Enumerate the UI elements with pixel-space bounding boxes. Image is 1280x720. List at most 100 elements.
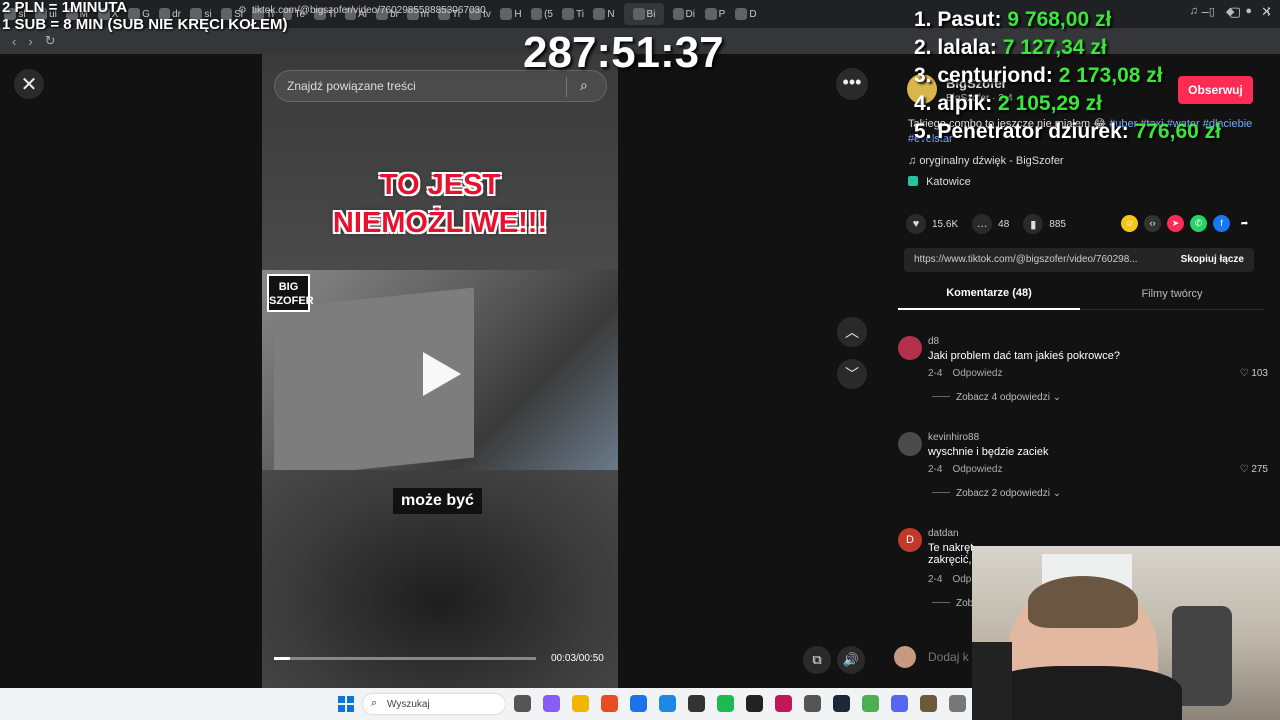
comment-avatar[interactable]: D (898, 528, 922, 552)
taskbar-app-icon[interactable] (746, 695, 763, 712)
leaderboard-rank: 5. (914, 120, 938, 143)
tab-favicon-icon (500, 8, 513, 20)
comment-avatar[interactable] (898, 432, 922, 456)
tab-label: Bi (646, 8, 656, 20)
share-icons: ☺ ‹› ➤ ✆ f ➦ (1121, 215, 1253, 232)
close-video-button[interactable]: ✕ (14, 69, 44, 99)
browser-tab[interactable]: H (500, 3, 522, 25)
view-replies-button[interactable]: Zobacz 2 odpowiedzi ⌄ (932, 488, 1061, 499)
video-progress-bar[interactable] (274, 657, 536, 660)
taskbar-app-icon[interactable] (630, 695, 647, 712)
send-icon[interactable]: ➤ (1167, 215, 1184, 232)
profile-icon[interactable]: ● (1245, 5, 1252, 18)
video-subtitle: może być (393, 488, 482, 514)
comment-like[interactable]: ♡ 103 (1240, 368, 1268, 379)
previous-video-icon[interactable]: ︿ (837, 317, 867, 347)
taskbar-app-icon[interactable] (688, 695, 705, 712)
taskbar-app-icon[interactable] (949, 695, 966, 712)
taskbar-app-icon[interactable] (920, 695, 937, 712)
stream-timer: 287:51:37 (523, 28, 724, 77)
taskbar-app-icon[interactable] (804, 695, 821, 712)
site-info-icon[interactable]: ⚙ (238, 5, 247, 16)
reload-icon[interactable]: ↻ (45, 33, 56, 49)
view-replies-button[interactable]: Zobacz 4 odpowiedzi ⌄ (932, 392, 1061, 403)
browser-tab[interactable]: D (735, 3, 757, 25)
comment-username[interactable]: datdan (928, 528, 959, 539)
view-replies-label: Zobacz 4 odpowiedzi (956, 392, 1050, 403)
reply-button[interactable]: Odpowiedz (952, 464, 1002, 475)
reply-button[interactable]: Odpowiedz (952, 368, 1002, 379)
leaderboard-amount: 776,60 zł (1134, 120, 1221, 143)
browser-tab[interactable]: P (704, 3, 726, 25)
taskbar-app-icon[interactable] (601, 695, 618, 712)
comment-username[interactable]: d8 (928, 336, 939, 347)
replies-divider (932, 602, 950, 603)
leaderboard-row: 3. centuriond: 2 173,08 zł (914, 62, 1221, 90)
browser-tab[interactable]: N (593, 3, 615, 25)
tab-label: (5 (544, 8, 553, 20)
webcam-person-shirt (982, 666, 1182, 720)
browser-tab[interactable]: Di (673, 3, 695, 25)
like-stat[interactable]: ♥ 15.6K (906, 214, 958, 234)
save-stat[interactable]: ▮ 885 (1023, 214, 1066, 234)
taskbar-app-icon[interactable] (514, 695, 531, 712)
location-line[interactable]: Katowice (908, 176, 971, 188)
taskbar-app-icon[interactable] (862, 695, 879, 712)
comment-like[interactable]: ♡ 275 (1240, 464, 1268, 475)
volume-icon[interactable]: 🔊 (837, 646, 865, 674)
add-comment-input[interactable]: Dodaj k (928, 650, 969, 664)
taskbar-app-icon[interactable] (659, 695, 676, 712)
comment-stat[interactable]: … 48 (972, 214, 1009, 234)
reply-button[interactable]: Odp (952, 574, 971, 585)
comment-username[interactable]: kevinhiro88 (928, 432, 979, 443)
taskbar-app-icon[interactable] (717, 695, 734, 712)
comment-text-line: Te nakręt (928, 542, 974, 554)
taskbar-app-icon[interactable] (775, 695, 792, 712)
url-field[interactable]: tiktok.com/@bigszofer/video/760298558885… (252, 5, 486, 16)
comment-date: 2-4 (928, 368, 943, 379)
start-icon[interactable] (338, 696, 354, 712)
tab-favicon-icon (735, 8, 748, 20)
comment-avatar[interactable] (898, 336, 922, 360)
video-headline: TO JEST NIEMOŻLIWE!!! (262, 166, 618, 242)
taskbar-app-icon[interactable] (833, 695, 850, 712)
whatsapp-icon[interactable]: ✆ (1190, 215, 1207, 232)
share-arrow-icon[interactable]: ➦ (1236, 215, 1253, 232)
next-video-icon[interactable]: ﹀ (837, 359, 867, 389)
back-icon[interactable]: ‹ (12, 34, 16, 49)
taskbar-search[interactable]: ⌕ Wyszukaj (362, 693, 506, 715)
menu-icon[interactable]: ⋮ (1263, 5, 1274, 18)
browser-tab[interactable]: Ti (562, 3, 584, 25)
picture-in-picture-icon[interactable]: ⧉ (803, 646, 831, 674)
tab-comments[interactable]: Komentarze (48) (898, 282, 1080, 310)
repost-icon[interactable]: ☺ (1121, 215, 1138, 232)
comment-text-line: zakręcić, (928, 554, 972, 566)
video-link[interactable]: https://www.tiktok.com/@bigszofer/video/… (914, 254, 1138, 265)
embed-icon[interactable]: ‹› (1144, 215, 1161, 232)
copy-link-button[interactable]: Skopiuj łącze (1181, 254, 1244, 265)
more-options-icon[interactable]: ••• (836, 68, 868, 100)
forward-icon[interactable]: › (28, 34, 32, 49)
taskbar-app-icon[interactable] (543, 695, 560, 712)
headline-line-1: TO JEST (379, 169, 501, 201)
facebook-icon[interactable]: f (1213, 215, 1230, 232)
music-line[interactable]: ♫ oryginalny dźwięk - BigSzofer (908, 155, 1064, 167)
tab-label: Ti (576, 8, 584, 20)
video-progress-fill (274, 657, 290, 660)
comment-meta: 2-4 Odpowiedz (928, 464, 1012, 475)
browser-tab[interactable]: (5 (531, 3, 553, 25)
tab-creator-videos[interactable]: Filmy twórcy (1080, 282, 1264, 310)
replies-divider (932, 492, 950, 493)
taskbar-app-icon[interactable] (572, 695, 589, 712)
leaderboard-row: 4. alpik: 2 105,29 zł (914, 90, 1221, 118)
taskbar-apps (514, 695, 966, 712)
browser-tab[interactable]: Bi (624, 3, 664, 25)
search-icon[interactable]: ⌕ (580, 77, 588, 94)
donation-leaderboard: 1. Pasut: 9 768,00 zł 2. lalala: 7 127,34… (914, 6, 1221, 146)
view-replies-button[interactable]: Zob (932, 598, 973, 609)
play-icon[interactable] (423, 352, 461, 396)
engagement-stats: ♥ 15.6K … 48 ▮ 885 (906, 214, 1080, 234)
taskbar-app-icon[interactable] (891, 695, 908, 712)
extensions-icon[interactable]: ◆ (1226, 5, 1234, 18)
tab-label: H (514, 8, 522, 20)
